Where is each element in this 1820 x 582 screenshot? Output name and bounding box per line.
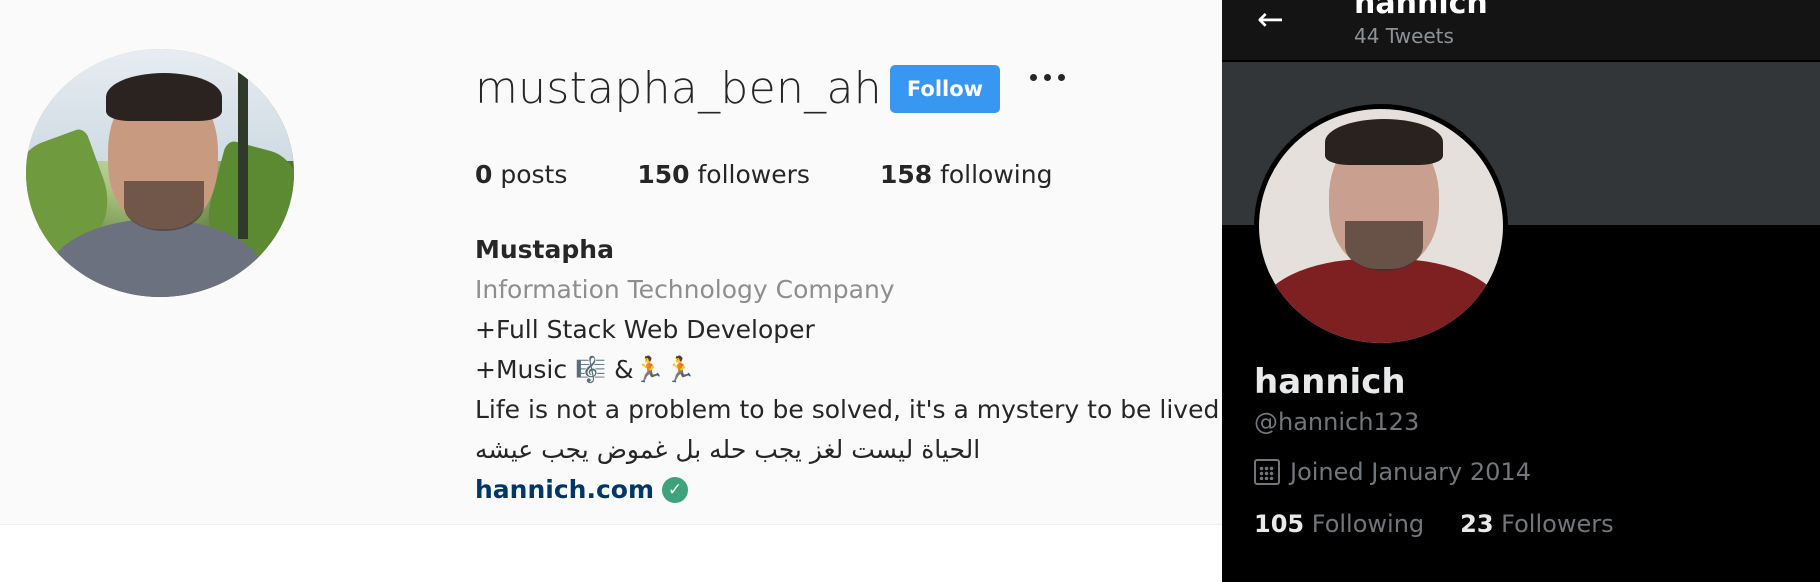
- avatar-pole: [238, 69, 248, 239]
- following-stat[interactable]: 158 following: [880, 160, 1053, 189]
- avatar-beard: [124, 181, 204, 231]
- following-label: Following: [1304, 510, 1425, 538]
- posts-stat: 0 posts: [475, 160, 567, 189]
- avatar-hair: [1325, 119, 1443, 165]
- dot: [1044, 74, 1051, 81]
- verified-check-icon: ✓: [662, 477, 688, 503]
- twitter-profile: ← hannich 44 Tweets hannich @hannich123 …: [1222, 0, 1820, 582]
- back-arrow-icon[interactable]: ←: [1257, 0, 1284, 38]
- posts-count: 0: [475, 160, 493, 189]
- joined-date: Joined January 2014: [1254, 458, 1531, 486]
- follow-stats: 105 Following 23 Followers: [1254, 510, 1650, 538]
- posts-label: posts: [492, 160, 568, 189]
- avatar-hair: [106, 73, 222, 121]
- instagram-profile: mustapha_ben_ah Follow 0 posts 150 follo…: [0, 0, 1227, 525]
- bio-line: +Music 🎼 &🏃🏃: [475, 355, 696, 384]
- following-count: 158: [879, 160, 933, 189]
- header-tweet-count: 44 Tweets: [1354, 24, 1454, 48]
- bio-link[interactable]: hannich.com ✓: [475, 470, 1227, 510]
- followers-label: Followers: [1493, 510, 1614, 538]
- display-name: hannich: [1254, 362, 1406, 402]
- following-label: following: [932, 160, 1053, 189]
- bio-link-text[interactable]: hannich.com: [475, 470, 654, 510]
- follow-button[interactable]: Follow: [890, 65, 1000, 113]
- profile-bio: Mustapha Information Technology Company …: [475, 230, 1227, 510]
- followers-label: followers: [689, 160, 810, 189]
- twitter-header: ← hannich 44 Tweets: [1222, 0, 1820, 60]
- dot: [1030, 74, 1037, 81]
- bio-line: +Full Stack Web Developer: [475, 315, 815, 344]
- profile-username: mustapha_ben_ah: [475, 63, 882, 114]
- avatar-shirt: [1259, 259, 1503, 343]
- bio-category: Information Technology Company: [475, 275, 895, 304]
- profile-stats: 0 posts 150 followers 158 following: [475, 160, 1122, 189]
- bio-line: Life is not a problem to be solved, it's…: [475, 395, 1228, 424]
- bio-line-arabic: الحياة ليست لغز يجب حله بل غموض يجب عيشه: [475, 435, 981, 464]
- user-handle: @hannich123: [1254, 408, 1420, 436]
- followers-stat[interactable]: 150 followers: [637, 160, 810, 189]
- joined-text: Joined January 2014: [1290, 458, 1531, 486]
- twitter-avatar[interactable]: [1254, 104, 1508, 348]
- dot: [1058, 74, 1065, 81]
- followers-link[interactable]: 23 Followers: [1460, 510, 1613, 538]
- header-title: hannich: [1354, 0, 1488, 21]
- followers-count: 150: [637, 160, 690, 189]
- instagram-avatar[interactable]: [26, 49, 294, 297]
- following-count: 105: [1254, 510, 1305, 538]
- followers-count: 23: [1460, 510, 1494, 538]
- avatar-beard: [1345, 221, 1423, 271]
- following-link[interactable]: 105 Following: [1254, 510, 1424, 538]
- bio-name: Mustapha: [475, 235, 614, 264]
- calendar-icon: [1254, 459, 1280, 485]
- more-options-icon[interactable]: [1030, 74, 1065, 81]
